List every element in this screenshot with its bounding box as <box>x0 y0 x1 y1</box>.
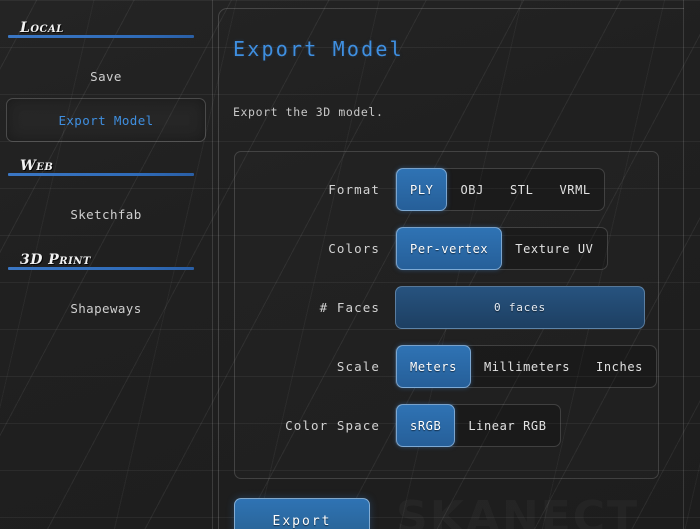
sidebar-spacer-1 <box>0 44 212 54</box>
sidebar-section-label: Local <box>20 20 64 36</box>
format-option-ply[interactable]: PLY <box>396 168 447 211</box>
row-label-scale: Scale <box>235 359 395 374</box>
colors-option-per-vertex[interactable]: Per-vertex <box>396 227 502 270</box>
row-label-color-space: Color Space <box>235 418 395 433</box>
sidebar: Local Save Export Model Web Sketchfab 3D… <box>0 0 213 529</box>
sidebar-item-label: Shapeways <box>70 301 141 316</box>
sidebar-section-header-web: Web <box>20 152 202 182</box>
sidebar-section-header-local: Local <box>20 14 202 44</box>
sidebar-spacer-4 <box>0 236 212 246</box>
scale-segmented-control: Meters Millimeters Inches <box>395 345 657 388</box>
sidebar-spacer-3 <box>0 182 212 192</box>
format-segmented-control: PLY OBJ STL VRML <box>395 168 605 211</box>
row-label-faces: # Faces <box>235 300 395 315</box>
color-space-option-srgb[interactable]: sRGB <box>396 404 455 447</box>
sidebar-item-label: Export Model <box>58 113 153 128</box>
sidebar-item-label: Sketchfab <box>70 207 141 222</box>
export-button[interactable]: Export <box>234 498 370 529</box>
sidebar-item-save[interactable]: Save <box>6 54 206 98</box>
sidebar-item-shapeways[interactable]: Shapeways <box>6 286 206 330</box>
colors-segmented-control: Per-vertex Texture UV <box>395 227 608 270</box>
main-panel: Export Model Export the 3D model. Format… <box>218 8 684 529</box>
settings-row-scale: Scale Meters Millimeters Inches <box>235 337 658 396</box>
sidebar-section-header-3d-print: 3D Print <box>20 246 202 276</box>
settings-row-format: Format PLY OBJ STL VRML <box>235 160 658 219</box>
sidebar-item-export-model[interactable]: Export Model <box>6 98 206 142</box>
settings-row-color-space: Color Space sRGB Linear RGB <box>235 396 658 455</box>
row-label-format: Format <box>235 182 395 197</box>
page-title: Export Model <box>233 37 404 61</box>
right-edge-divider <box>683 0 684 529</box>
sidebar-item-sketchfab[interactable]: Sketchfab <box>6 192 206 236</box>
app-window: SKANECT Local Save Export Model Web Sket… <box>0 0 700 529</box>
faces-slider[interactable]: 0 faces <box>395 286 645 329</box>
row-label-colors: Colors <box>235 241 395 256</box>
format-option-stl[interactable]: STL <box>497 168 546 211</box>
scale-option-inches[interactable]: Inches <box>583 345 656 388</box>
scale-option-millimeters[interactable]: Millimeters <box>471 345 583 388</box>
sidebar-item-label: Save <box>90 69 122 84</box>
sidebar-spacer-5 <box>0 276 212 286</box>
colors-option-texture-uv[interactable]: Texture UV <box>502 227 606 270</box>
sidebar-spacer-2 <box>0 142 212 152</box>
settings-row-faces: # Faces 0 faces <box>235 278 658 337</box>
sidebar-section-label: Web <box>20 158 53 174</box>
color-space-segmented-control: sRGB Linear RGB <box>395 404 561 447</box>
faces-value-label: 0 faces <box>494 301 546 314</box>
page-subtitle: Export the 3D model. <box>233 105 383 119</box>
sidebar-top-spacer <box>0 0 212 14</box>
sidebar-section-label: 3D Print <box>20 252 91 268</box>
export-settings-card: Format PLY OBJ STL VRML Colors Per-verte… <box>234 151 659 479</box>
settings-row-colors: Colors Per-vertex Texture UV <box>235 219 658 278</box>
format-option-obj[interactable]: OBJ <box>447 168 496 211</box>
format-option-vrml[interactable]: VRML <box>546 168 603 211</box>
scale-option-meters[interactable]: Meters <box>396 345 471 388</box>
color-space-option-linear-rgb[interactable]: Linear RGB <box>455 404 559 447</box>
